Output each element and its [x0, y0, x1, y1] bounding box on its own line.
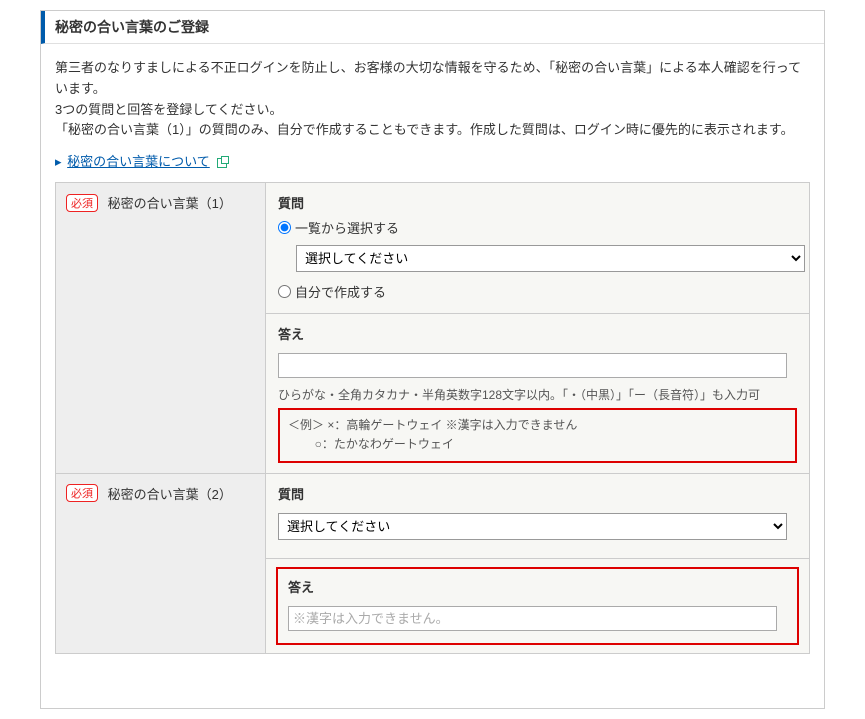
row1-question-label: 質問 [278, 193, 797, 212]
radio-custom-label[interactable]: 自分で作成する [295, 282, 386, 301]
row1-label: 秘密の合い言葉（1） [108, 196, 232, 211]
example-line-2: ○：たかなわゲートウェイ [288, 435, 787, 454]
row1-input-cell: 質問 一覧から選択する 選択してください 自分で作成する 答え ひらがな・全角カ… [266, 183, 810, 473]
row1-answer-label: 答え [278, 324, 797, 343]
example-line-1: ＜例＞ ×：高輪ゲートウェイ ※漢字は入力できません [288, 416, 787, 435]
form-container: 秘密の合い言葉のご登録 第三者のなりすましによる不正ログインを防止し、お客様の大… [40, 10, 825, 709]
row2-question-select[interactable]: 選択してください [278, 513, 787, 540]
section-header: 秘密の合い言葉のご登録 [41, 11, 824, 44]
row1-note: ひらがな・全角カタカナ・半角英数字128文字以内。「・（中黒）」「ー（長音符）」… [278, 386, 797, 404]
row2-input-cell: 質問 選択してください 答え [266, 473, 810, 653]
row2-question-label: 質問 [278, 484, 797, 503]
required-badge: 必須 [66, 194, 98, 212]
table-row: 必須 秘密の合い言葉（1） 質問 一覧から選択する 選択してください 自分で作成… [56, 183, 810, 473]
row2-answer-label: 答え [288, 577, 787, 596]
row2-answer-input[interactable] [288, 606, 777, 631]
row2-label: 秘密の合い言葉（2） [108, 487, 232, 502]
intro-line-1: 第三者のなりすましによる不正ログインを防止し、お客様の大切な情報を守るため、「秘… [55, 58, 810, 100]
about-secret-words-link[interactable]: 秘密の合い言葉について [67, 154, 210, 169]
help-link-row: ▸ 秘密の合い言葉について [41, 151, 824, 182]
section-title: 秘密の合い言葉のご登録 [55, 19, 209, 35]
intro-line-3: 「秘密の合い言葉（1）」の質問のみ、自分で作成することもできます。作成した質問は… [55, 120, 810, 141]
triangle-icon: ▸ [55, 154, 62, 169]
secret-words-table: 必須 秘密の合い言葉（1） 質問 一覧から選択する 選択してください 自分で作成… [55, 182, 810, 653]
intro-line-2: 3つの質問と回答を登録してください。 [55, 100, 810, 121]
table-row: 必須 秘密の合い言葉（2） 質問 選択してください 答え [56, 473, 810, 653]
row1-example-box: ＜例＞ ×：高輪ゲートウェイ ※漢字は入力できません ○：たかなわゲートウェイ [278, 408, 797, 462]
row1-question-select[interactable]: 選択してください [296, 245, 805, 272]
row1-answer-block: 答え ひらがな・全角カタカナ・半角英数字128文字以内。「・（中黒）」「ー（長音… [266, 313, 809, 472]
row2-answer-highlight: 答え [276, 567, 799, 645]
radio-select-label[interactable]: 一覧から選択する [295, 218, 399, 237]
row1-answer-input[interactable] [278, 353, 787, 378]
radio-select-from-list[interactable] [278, 221, 291, 234]
radio-create-own[interactable] [278, 285, 291, 298]
row2-answer-block: 答え [266, 558, 809, 653]
radio-custom-row: 自分で作成する [278, 282, 797, 301]
row2-label-cell: 必須 秘密の合い言葉（2） [56, 473, 266, 653]
intro-block: 第三者のなりすましによる不正ログインを防止し、お客様の大切な情報を守るため、「秘… [41, 44, 824, 151]
required-badge: 必須 [66, 484, 98, 502]
row1-label-cell: 必須 秘密の合い言葉（1） [56, 183, 266, 473]
radio-select-row: 一覧から選択する [278, 218, 797, 237]
external-link-icon [217, 158, 227, 168]
bottom-fade [41, 668, 824, 708]
